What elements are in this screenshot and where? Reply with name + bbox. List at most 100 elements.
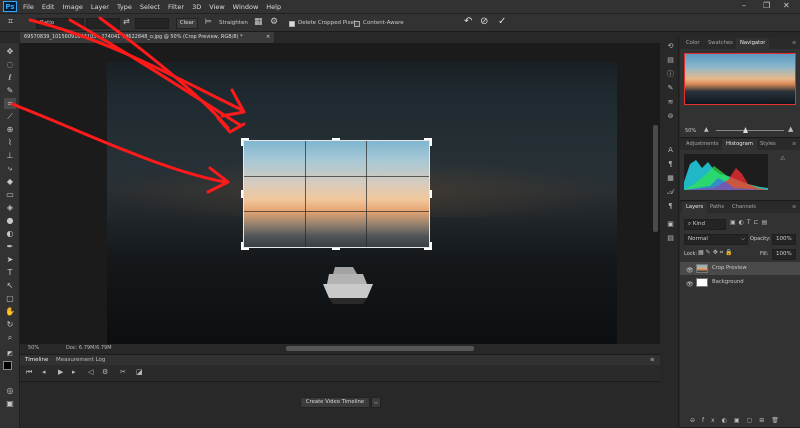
zoom-level[interactable]: 50% <box>28 344 39 353</box>
content-aware-checkbox[interactable] <box>354 21 360 27</box>
crop-handle-bottom-left[interactable] <box>241 242 243 250</box>
crop-handle-bottom[interactable] <box>332 248 340 250</box>
photoshop-app-icon[interactable]: Ps <box>3 1 17 12</box>
blur-tool-icon[interactable]: ● <box>4 215 16 226</box>
healing-tool-icon[interactable]: ⊕ <box>4 124 16 135</box>
move-tool-icon[interactable]: ✥ <box>4 46 16 57</box>
layer-filter-kind[interactable]: ⌕ Kind <box>684 219 726 230</box>
panel-menu-icon[interactable]: ≡ <box>788 38 800 49</box>
tab-navigator[interactable]: Navigator <box>736 38 770 49</box>
delete-cropped-checkbox[interactable] <box>289 21 295 27</box>
tab-layers[interactable]: Layers <box>682 202 708 213</box>
settings-icon[interactable]: ⚙ <box>102 368 108 376</box>
clear-button[interactable]: Clear <box>176 18 198 29</box>
opacity-field[interactable]: 100% <box>772 234 796 245</box>
marquee-tool-icon[interactable]: ◌ <box>4 59 16 70</box>
document-tab[interactable]: 69570839_10156091664105...274041 7362284… <box>20 32 274 43</box>
hand-tool-icon[interactable]: ✋ <box>4 306 16 317</box>
screen-mode-icon[interactable]: ▣ <box>4 398 16 409</box>
type-tool-icon[interactable]: T <box>4 267 16 278</box>
blend-mode-dropdown[interactable]: Normal ⌵ <box>684 234 748 245</box>
tab-swatches[interactable]: Swatches <box>704 38 737 49</box>
zoom-in-icon[interactable]: ▲ <box>788 125 793 133</box>
panel-menu-icon[interactable]: ≡ <box>788 139 800 150</box>
properties-icon[interactable]: ▤ <box>666 56 675 65</box>
layer-filter-icons[interactable]: ▣◐T⊏▤ <box>730 219 770 226</box>
commit-check-icon[interactable]: ✓ <box>498 16 506 27</box>
transition-icon[interactable]: ◪ <box>136 368 143 376</box>
panel-menu-icon[interactable]: ≡ <box>788 202 800 213</box>
zoom-tool-icon[interactable]: ⌕ <box>4 332 16 343</box>
minimize-button[interactable]: – <box>742 1 746 10</box>
rotate-view-tool-icon[interactable]: ↻ <box>4 319 16 330</box>
eraser-tool-icon[interactable]: ◆ <box>4 176 16 187</box>
brush-settings-icon[interactable]: ≋ <box>666 98 675 107</box>
horizontal-scrollbar[interactable] <box>286 346 474 351</box>
menu-window[interactable]: Window <box>233 3 259 11</box>
info-icon[interactable]: ⓘ <box>666 70 675 79</box>
menu-select[interactable]: Select <box>140 3 160 11</box>
direct-select-tool-icon[interactable]: ↖ <box>4 280 16 291</box>
layer-footer-icons[interactable]: ⊖fx◐▣▢⊞🗑 <box>690 417 786 424</box>
crop-handle-bottom-right[interactable] <box>430 242 432 250</box>
overlay-grid-icon[interactable]: ▦ <box>254 17 263 27</box>
layer-row-crop-preview[interactable]: 👁 Crop Preview <box>680 262 800 275</box>
menu-view[interactable]: View <box>209 3 224 11</box>
tab-timeline[interactable]: Timeline <box>25 355 48 365</box>
foreground-color-swatch[interactable] <box>3 361 12 370</box>
maximize-button[interactable]: ❐ <box>763 1 770 10</box>
glyphs-icon[interactable]: ▦ <box>666 174 675 183</box>
swap-icon[interactable]: ⇄ <box>123 17 130 26</box>
paragraph-styles-icon[interactable]: ¶ <box>666 202 675 211</box>
crop-handle-top[interactable] <box>332 138 340 140</box>
timeline-dropdown-icon[interactable]: ⌵ <box>371 397 381 408</box>
create-video-timeline-button[interactable]: Create Video Timeline <box>300 397 370 408</box>
dodge-tool-icon[interactable]: ◐ <box>4 228 16 239</box>
menu-help[interactable]: Help <box>266 3 281 11</box>
tab-paths[interactable]: Paths <box>706 202 728 213</box>
menu-3d[interactable]: 3D <box>192 3 201 11</box>
audio-icon[interactable]: ◁ <box>88 368 93 376</box>
lock-icons[interactable]: ▦✎✥⌗🔒 <box>698 249 735 257</box>
panel-menu-icon[interactable]: ≡ <box>650 355 655 365</box>
navigator-zoom-slider[interactable] <box>716 130 784 131</box>
rectangle-tool-icon[interactable]: ▢ <box>4 293 16 304</box>
tab-measurement-log[interactable]: Measurement Log <box>56 355 105 365</box>
paragraph-icon[interactable]: ¶ <box>666 160 675 169</box>
crop-bounding-box[interactable] <box>243 140 430 248</box>
crop-handle-top-left[interactable] <box>241 138 243 146</box>
history-icon[interactable]: ⟲ <box>666 42 675 51</box>
menu-image[interactable]: Image <box>62 3 82 11</box>
character-styles-icon[interactable]: 𝒜 <box>666 188 675 197</box>
tab-styles[interactable]: Styles <box>756 139 780 150</box>
document-size[interactable]: Doc: 6.79M/6.79M <box>66 344 112 353</box>
clone-stamp-tool-icon[interactable]: ⊥ <box>4 150 16 161</box>
tab-adjustments[interactable]: Adjustments <box>682 139 723 150</box>
zoom-out-icon[interactable]: ▲ <box>704 126 709 133</box>
refresh-icon[interactable]: ⚠ <box>780 155 785 162</box>
play-icon[interactable]: ▶ <box>58 368 63 376</box>
next-frame-icon[interactable]: ▸ <box>72 368 76 376</box>
reset-icon[interactable]: ↶ <box>464 16 472 27</box>
document-close-icon[interactable]: × <box>266 32 270 43</box>
height-field[interactable] <box>135 18 169 29</box>
menu-edit[interactable]: Edit <box>42 3 55 11</box>
crop-handle-top-right[interactable] <box>430 138 432 146</box>
tab-channels[interactable]: Channels <box>728 202 760 213</box>
crop-tool-icon[interactable]: ⌗ <box>4 98 16 109</box>
split-scissors-icon[interactable]: ✂ <box>120 368 126 376</box>
quick-mask-icon[interactable]: ◎ <box>4 385 16 396</box>
lasso-tool-icon[interactable]: ℓ <box>4 72 16 83</box>
width-field[interactable] <box>86 18 120 29</box>
clone-source-icon[interactable]: ⊚ <box>666 112 675 121</box>
layer-row-background[interactable]: 👁 Background <box>680 276 800 289</box>
visibility-eye-icon[interactable]: 👁 <box>686 278 694 291</box>
cancel-icon[interactable]: ⊘ <box>480 16 488 27</box>
libraries-icon[interactable]: ▣ <box>666 220 675 229</box>
navigator-thumbnail[interactable] <box>684 53 796 105</box>
navigator-zoom[interactable]: 50% <box>685 128 696 134</box>
ratio-dropdown[interactable]: Ratio <box>36 18 84 29</box>
menu-file[interactable]: File <box>23 3 34 11</box>
settings-gear-icon[interactable]: ⚙ <box>270 17 278 27</box>
navigator-icon[interactable]: ✎ <box>666 84 675 93</box>
